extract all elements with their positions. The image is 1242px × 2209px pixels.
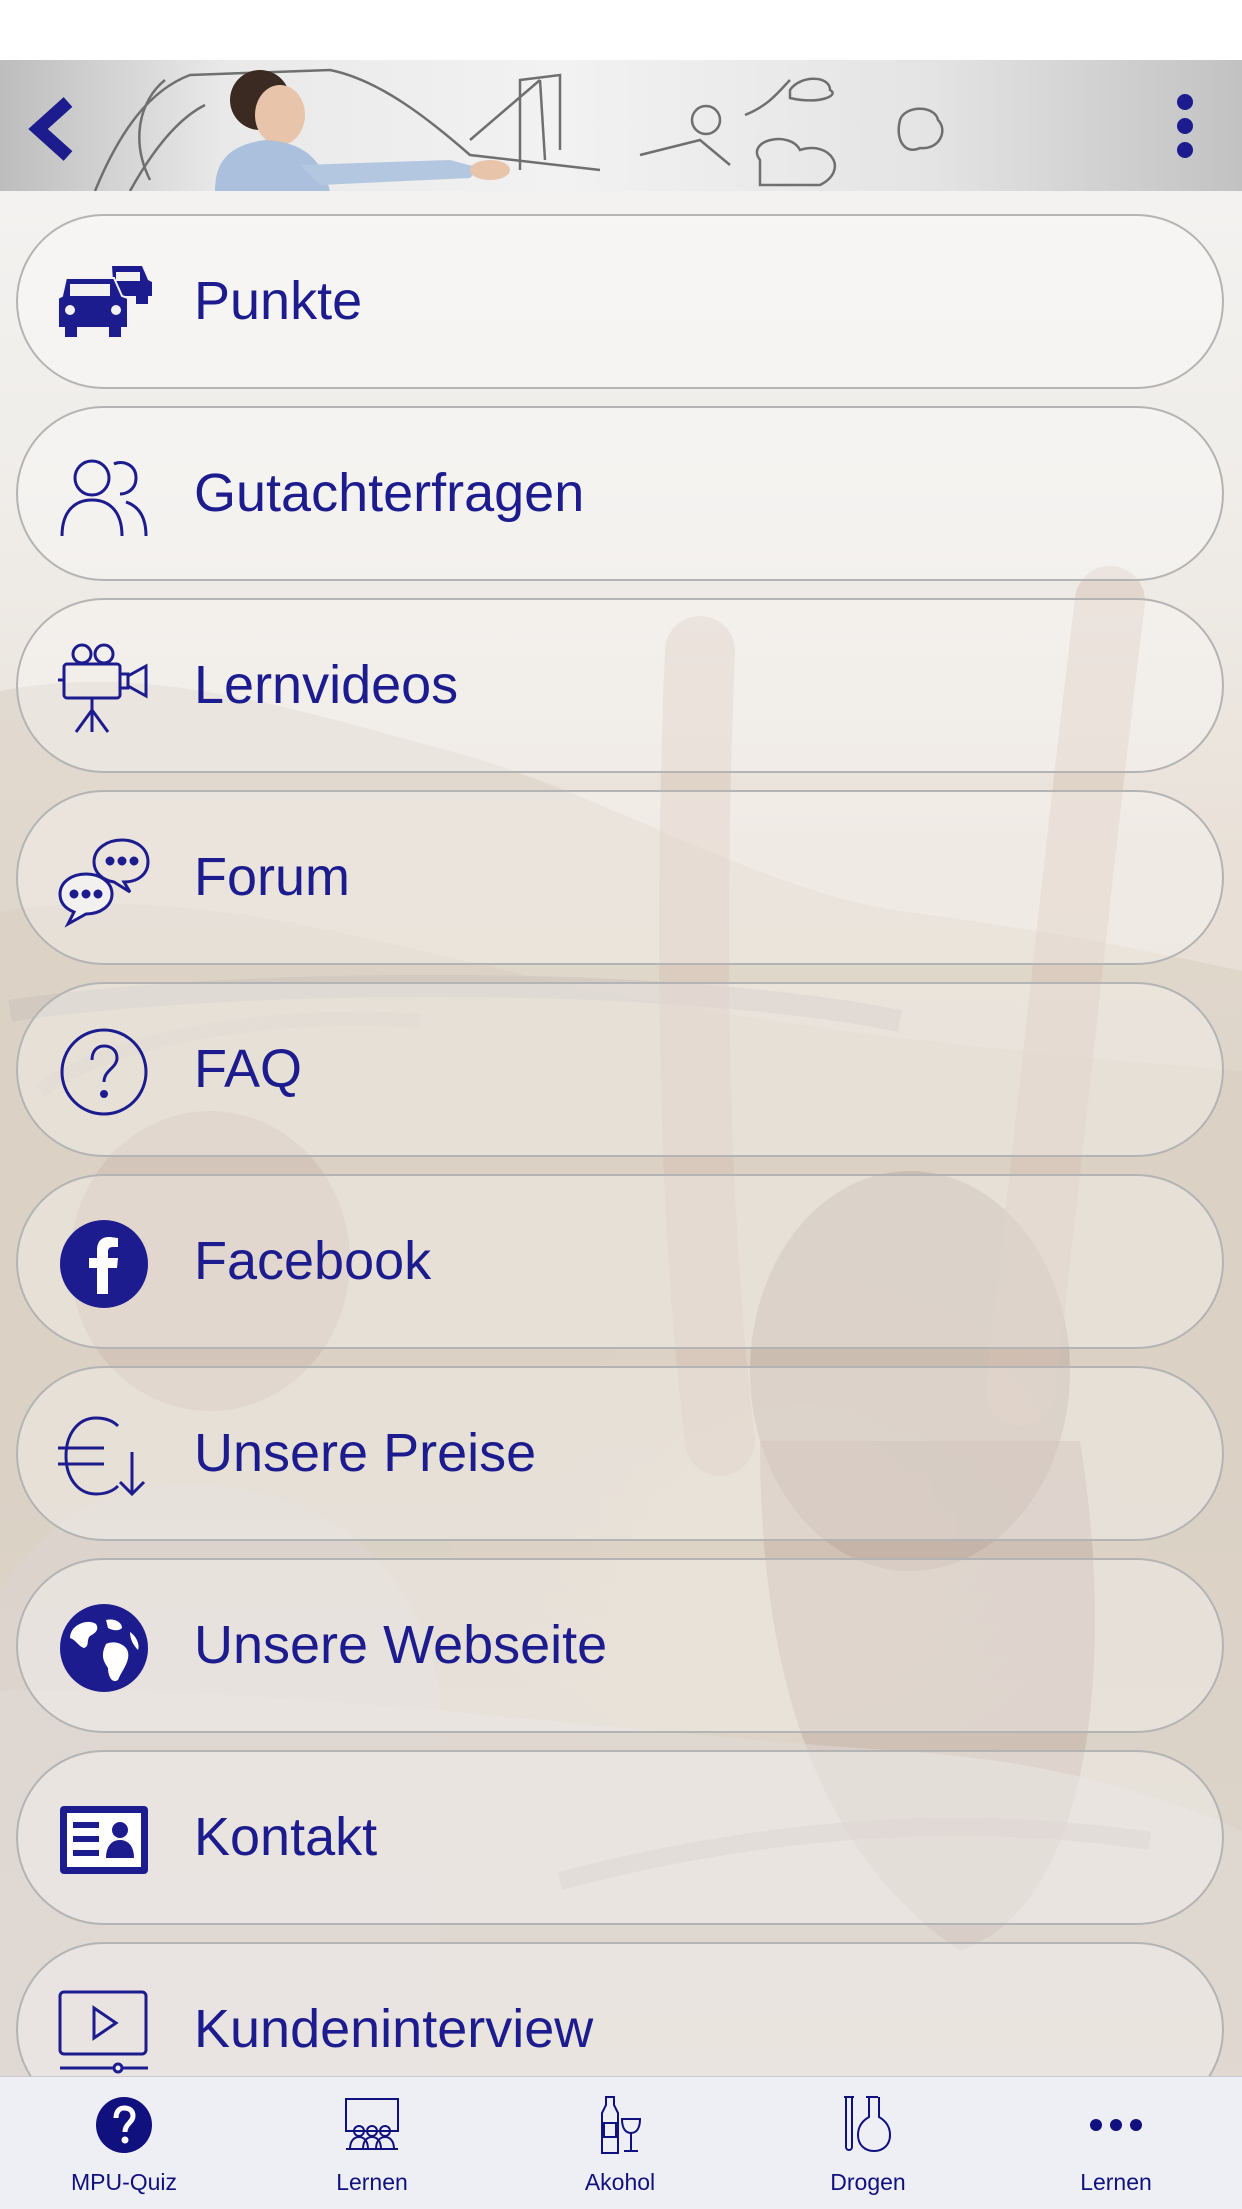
header-illustration <box>93 68 944 191</box>
tab-label: Lernen <box>1080 2169 1152 2195</box>
globe-icon <box>56 1600 152 1696</box>
classroom-icon <box>342 2095 402 2155</box>
menu-item-unsere-preise[interactable]: Unsere Preise <box>16 1366 1224 1541</box>
menu-item-label: Kundeninterview <box>194 1999 594 2059</box>
header-bar <box>0 60 1242 191</box>
menu-item-label: Facebook <box>194 1231 432 1291</box>
menu-item-label: Unsere Webseite <box>194 1615 608 1675</box>
menu-item-facebook[interactable]: Facebook <box>16 1174 1224 1349</box>
tab-more-lernen[interactable]: Lernen <box>992 2077 1240 2209</box>
menu-item-label: Lernvideos <box>194 655 459 715</box>
menu-item-kundeninterview[interactable]: Kundeninterview <box>16 1942 1224 2076</box>
menu-item-forum[interactable]: Forum <box>16 790 1224 965</box>
tab-label: Akohol <box>584 2169 656 2195</box>
tab-akohol[interactable]: Akohol <box>496 2077 744 2209</box>
menu-item-gutachterfragen[interactable]: Gutachterfragen <box>16 406 1224 581</box>
tab-lernen[interactable]: Lernen <box>248 2077 496 2209</box>
menu-item-kontakt[interactable]: Kontakt <box>16 1750 1224 1925</box>
menu-item-label: Punkte <box>194 271 363 331</box>
euro-price-icon <box>56 1408 152 1504</box>
lab-flasks-icon <box>838 2095 898 2155</box>
menu-item-faq[interactable]: FAQ <box>16 982 1224 1157</box>
tab-label: Drogen <box>830 2169 906 2195</box>
facebook-icon <box>56 1216 152 1312</box>
video-player-icon <box>56 1984 152 2076</box>
back-button[interactable] <box>24 94 94 164</box>
menu-item-punkte[interactable]: Punkte <box>16 214 1224 389</box>
menu-item-label: Gutachterfragen <box>194 463 585 523</box>
menu-item-unsere-webseite[interactable]: Unsere Webseite <box>16 1558 1224 1733</box>
question-circle-icon <box>56 1024 152 1120</box>
more-dots-icon <box>1086 2095 1146 2155</box>
menu-item-label: Forum <box>194 847 351 907</box>
tab-label: MPU-Quiz <box>70 2169 178 2195</box>
menu-item-label: Kontakt <box>194 1807 378 1867</box>
vertical-ellipsis-icon <box>1177 94 1193 158</box>
chevron-left-icon <box>28 97 73 161</box>
contact-card-icon <box>56 1792 152 1888</box>
movie-camera-icon <box>56 640 152 736</box>
menu-item-label: Unsere Preise <box>194 1423 537 1483</box>
bottom-tab-bar: MPU-Quiz Lernen Akohol Drogen Lernen <box>0 2076 1242 2209</box>
menu-item-lernvideos[interactable]: Lernvideos <box>16 598 1224 773</box>
bottle-glass-icon <box>590 2095 650 2155</box>
chat-bubbles-icon <box>56 832 152 928</box>
menu-content: Punkte Gutachterfragen Lernvideos Forum … <box>0 191 1242 2076</box>
question-circle-filled-icon <box>94 2095 154 2155</box>
menu-item-label: FAQ <box>194 1039 303 1099</box>
more-options-button[interactable] <box>1160 88 1210 168</box>
users-icon <box>56 448 152 544</box>
tab-label: Lernen <box>336 2169 408 2195</box>
tab-drogen[interactable]: Drogen <box>744 2077 992 2209</box>
cars-icon <box>56 256 152 352</box>
status-bar <box>0 0 1242 60</box>
tab-mpu-quiz[interactable]: MPU-Quiz <box>0 2077 248 2209</box>
